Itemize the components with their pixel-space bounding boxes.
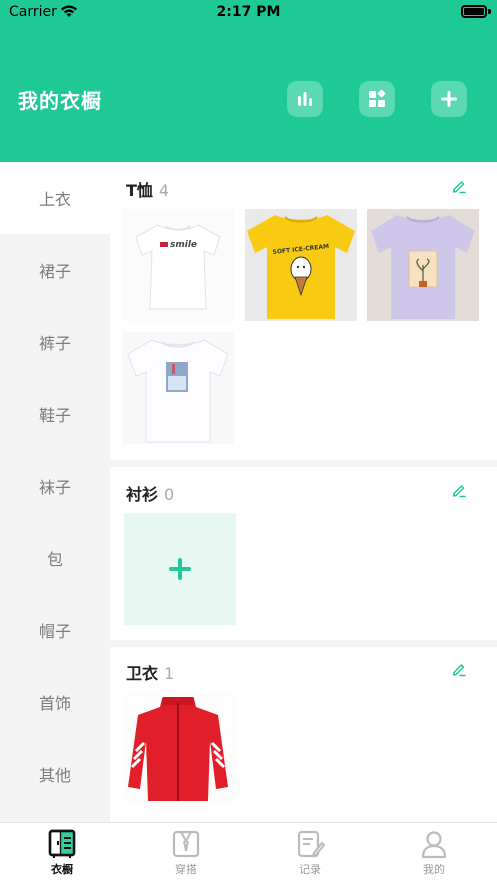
section-title-text: 卫衣 bbox=[126, 664, 159, 683]
sidebar-item-label: 鞋子 bbox=[38, 406, 71, 425]
page-title: 我的衣橱 bbox=[18, 89, 102, 113]
tshirt-print-text: smile bbox=[170, 240, 197, 250]
wardrobe-icon bbox=[48, 829, 76, 858]
sidebar-item-jewelry[interactable]: 首饰 bbox=[0, 666, 110, 738]
section-count: 4 bbox=[158, 181, 170, 200]
section-title: 卫衣 1 bbox=[126, 660, 174, 684]
tab-label: 记录 bbox=[299, 863, 321, 876]
tab-label: 我的 bbox=[423, 863, 445, 876]
tab-label: 穿搭 bbox=[175, 863, 197, 876]
sidebar-item-skirts[interactable]: 裙子 bbox=[0, 234, 110, 306]
tab-label: 衣橱 bbox=[51, 863, 73, 876]
red-jacket-image bbox=[128, 697, 228, 801]
edit-section-button[interactable] bbox=[451, 661, 467, 681]
yellow-tshirt-image: SOFT ICE-CREAM bbox=[247, 215, 355, 319]
tab-wardrobe[interactable]: 衣橱 bbox=[32, 829, 92, 877]
add-item-button[interactable] bbox=[431, 81, 467, 117]
outfit-icon bbox=[172, 830, 200, 858]
edit-section-button[interactable] bbox=[451, 178, 467, 198]
sidebar-item-other[interactable]: 其他 bbox=[0, 738, 110, 810]
sidebar-item-hats[interactable]: 帽子 bbox=[0, 594, 110, 666]
record-icon bbox=[297, 830, 325, 858]
section-title-text: 衬衫 bbox=[126, 485, 159, 504]
plus-icon bbox=[169, 558, 191, 580]
bottom-tab-bar: 衣橱 穿搭 记录 我的 bbox=[0, 822, 497, 883]
app-header: Carrier 2:17 PM 我的衣橱 bbox=[0, 0, 497, 162]
plus-icon bbox=[441, 91, 457, 107]
sidebar-item-shoes[interactable]: 鞋子 bbox=[0, 378, 110, 450]
grid-icon bbox=[369, 89, 386, 107]
tab-profile[interactable]: 我的 bbox=[404, 829, 464, 877]
clothing-thumb[interactable]: smile bbox=[122, 209, 234, 321]
sidebar-item-label: 其他 bbox=[38, 766, 71, 785]
category-manage-button[interactable] bbox=[359, 81, 395, 117]
category-sidebar: 上衣 裙子 裤子 鞋子 袜子 包 帽子 首饰 其他 bbox=[0, 162, 110, 822]
section-shirts: 衬衫 0 bbox=[110, 467, 497, 640]
tab-outfits[interactable]: 穿搭 bbox=[156, 829, 216, 877]
section-tshirts: T恤 4 smile SOFT ICE-CREAM bbox=[110, 162, 497, 460]
sidebar-item-label: 上衣 bbox=[38, 190, 71, 209]
sidebar-item-pants[interactable]: 裤子 bbox=[0, 306, 110, 378]
section-count: 0 bbox=[164, 485, 175, 504]
status-time: 2:17 PM bbox=[216, 4, 281, 20]
clothing-thumb[interactable]: SOFT ICE-CREAM bbox=[245, 209, 357, 321]
white-print-tshirt-image bbox=[127, 339, 229, 443]
clothing-thumb[interactable] bbox=[122, 691, 234, 803]
clothing-thumb[interactable] bbox=[122, 332, 234, 444]
pencil-icon bbox=[452, 181, 466, 194]
section-title: 衬衫 0 bbox=[126, 481, 174, 505]
sidebar-item-label: 包 bbox=[46, 550, 63, 569]
tab-records[interactable]: 记录 bbox=[280, 829, 340, 877]
white-tshirt-image: smile bbox=[135, 224, 221, 310]
battery-icon bbox=[461, 5, 487, 18]
sidebar-item-label: 帽子 bbox=[38, 622, 71, 641]
add-clothing-button[interactable] bbox=[124, 513, 236, 625]
sidebar-item-label: 袜子 bbox=[38, 478, 71, 497]
sidebar-item-label: 裤子 bbox=[38, 334, 71, 353]
sidebar-item-socks[interactable]: 袜子 bbox=[0, 450, 110, 522]
section-title-text: T恤 bbox=[126, 181, 153, 200]
profile-icon bbox=[421, 831, 447, 859]
edit-section-button[interactable] bbox=[451, 482, 467, 502]
pencil-icon bbox=[452, 664, 466, 677]
sidebar-item-bags[interactable]: 包 bbox=[0, 522, 110, 594]
sidebar-item-label: 裙子 bbox=[38, 262, 71, 281]
battery-tip bbox=[488, 9, 491, 14]
stats-button[interactable] bbox=[287, 81, 323, 117]
pencil-icon bbox=[452, 485, 466, 498]
section-title: T恤 4 bbox=[126, 177, 169, 201]
sidebar-item-label: 首饰 bbox=[38, 694, 71, 713]
wardrobe-content: T恤 4 smile SOFT ICE-CREAM 衬衫 0 卫衣 1 bbox=[110, 162, 497, 822]
stats-icon bbox=[298, 92, 312, 106]
status-bar: Carrier 2:17 PM bbox=[0, 0, 497, 26]
section-hoodies: 卫衣 1 bbox=[110, 647, 497, 822]
section-count: 1 bbox=[164, 664, 175, 683]
sidebar-item-tops[interactable]: 上衣 bbox=[0, 162, 110, 234]
lavender-tshirt-image bbox=[371, 215, 475, 319]
clothing-thumb[interactable] bbox=[367, 209, 479, 321]
